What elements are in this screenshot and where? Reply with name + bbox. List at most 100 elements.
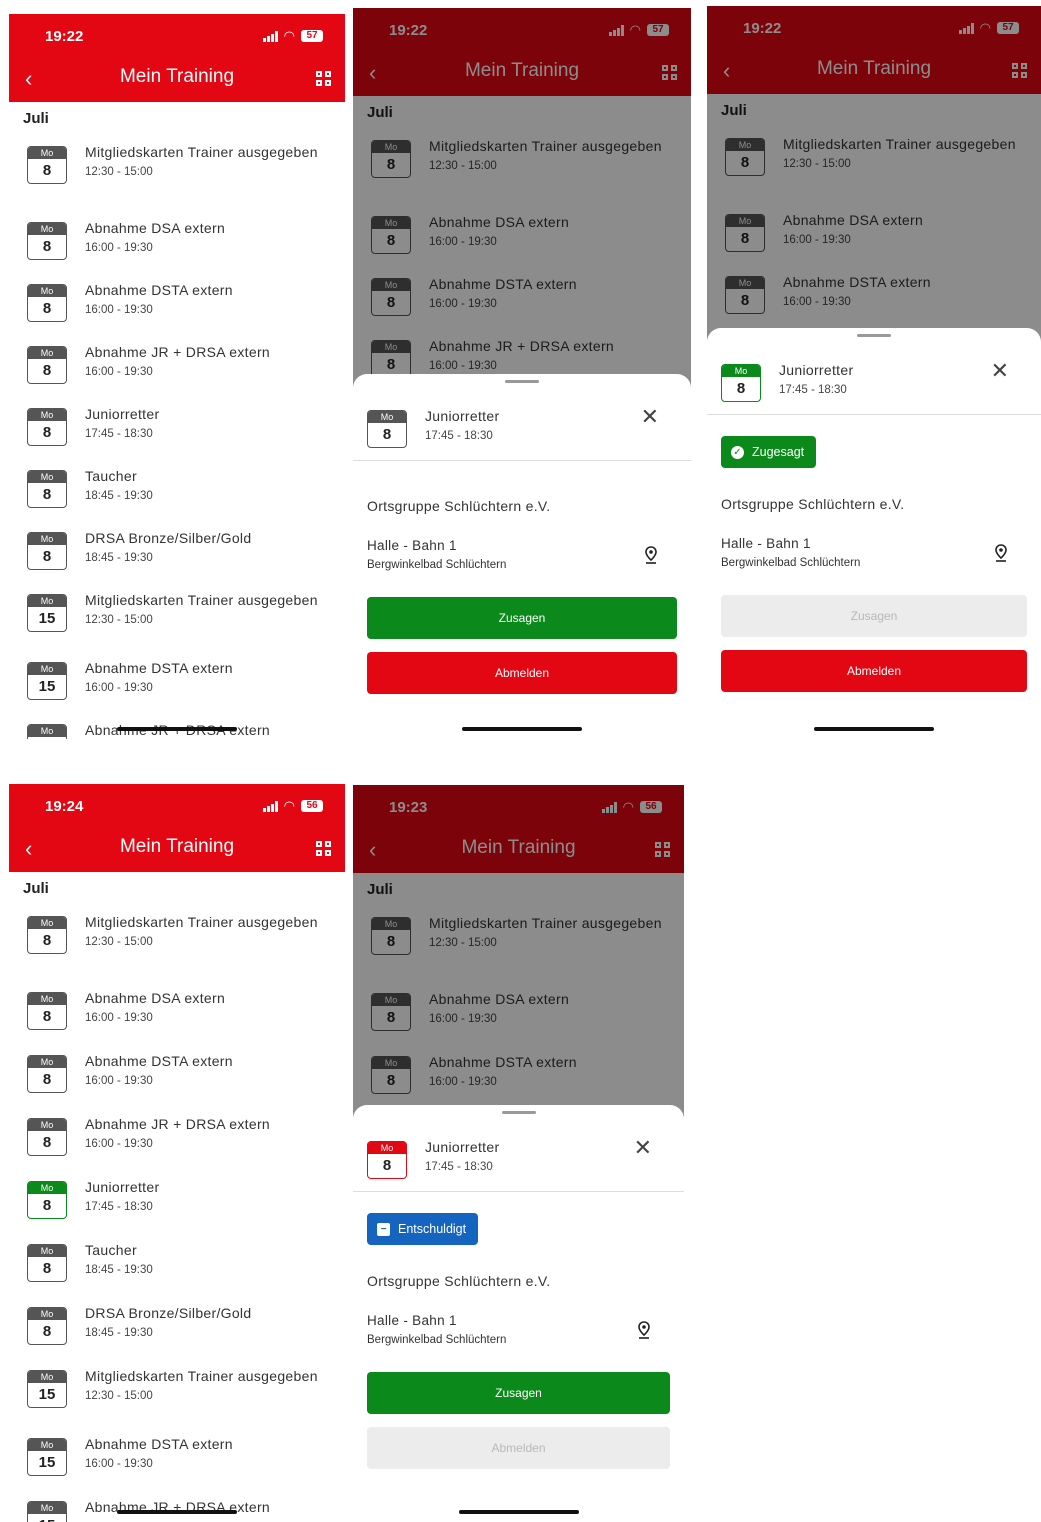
event-list-item[interactable]: Mo 15 Mitgliedskarten Trainer ausgegeben 12… <box>9 1360 345 1428</box>
event-time: 16:00 - 19:30 <box>85 1138 153 1150</box>
venue-info: Halle - Bahn 1 Bergwinkelbad Schlüchtern <box>367 536 506 574</box>
status-badge: − Entschuldigt <box>367 1213 479 1245</box>
qr-code-icon[interactable] <box>316 841 331 856</box>
calendar-icon: Mo 8 <box>27 284 67 322</box>
event-list-item[interactable]: Mo 8 DRSA Bronze/Silber/Gold 18:45 - 19:30 <box>9 1297 345 1360</box>
calendar-weekday: Mo <box>28 595 66 607</box>
venue-hall: Halle - Bahn 1 <box>367 538 457 553</box>
event-list-item[interactable]: Mo 15 Mitgliedskarten Trainer ausgegeben 12… <box>9 584 345 652</box>
title-bar: ‹ Mein Training <box>9 836 345 864</box>
calendar-icon: Mo 8 <box>367 1141 407 1179</box>
event-list-item[interactable]: Mo 8 Abnahme DSTA extern 16:00 - 19:30 <box>9 1045 345 1108</box>
calendar-icon: Mo 15 <box>27 662 67 700</box>
location-pin-icon[interactable] <box>645 546 657 564</box>
status-badge-label: Entschuldigt <box>398 1222 467 1236</box>
calendar-day-number: 8 <box>42 1260 52 1277</box>
page-title: Mein Training <box>119 66 235 87</box>
event-list-item[interactable]: Mo 8 Abnahme JR + DRSA extern 16:00 - 19:30 <box>9 336 345 398</box>
accept-button[interactable]: Zusagen <box>367 597 677 639</box>
sheet-event-text: Juniorretter 17:45 - 18:30 <box>425 1131 499 1179</box>
event-detail-sheet: Mo 8 Juniorretter 17:45 - 18:30 ✕ Ortsgruppe … <box>353 374 691 739</box>
event-time: 16:00 - 19:30 <box>85 366 153 378</box>
event-time: 17:45 - 18:30 <box>85 428 153 440</box>
event-list-item[interactable]: Mo 8 Juniorretter 17:45 - 18:30 <box>9 1171 345 1234</box>
event-title: Abnahme DSTA extern <box>85 282 233 298</box>
calendar-day-number: 8 <box>42 1071 52 1088</box>
close-icon[interactable]: ✕ <box>641 404 659 430</box>
page-title: Mein Training <box>119 836 235 857</box>
sheet-drag-handle[interactable] <box>505 380 539 383</box>
event-list-item[interactable]: Mo 8 Abnahme DSA extern 16:00 - 19:30 <box>9 212 345 274</box>
venue-location: Bergwinkelbad Schlüchtern <box>367 559 507 571</box>
event-list-item[interactable]: Mo 15 Abnahme DSTA extern 16:00 - 19:30 <box>9 1428 345 1491</box>
qr-code-icon[interactable] <box>316 71 331 86</box>
calendar-weekday: Mo <box>722 365 760 377</box>
decline-button[interactable]: Abmelden <box>367 652 677 694</box>
calendar-weekday: Mo <box>28 725 66 737</box>
status-icons: ◠ 56 <box>262 798 323 814</box>
accept-button: Zusagen <box>721 595 1027 637</box>
event-list-item[interactable]: Mo 8 Abnahme DSA extern 16:00 - 19:30 <box>9 982 345 1045</box>
sheet-event-header: Mo 8 Juniorretter 17:45 - 18:30 <box>367 1131 499 1179</box>
calendar-day-number: 15 <box>38 1454 56 1471</box>
venue-info: Halle - Bahn 1 Bergwinkelbad Schlüchtern <box>367 1311 506 1349</box>
event-text: DRSA Bronze/Silber/Gold 18:45 - 19:30 <box>85 522 251 567</box>
phone-screen-4: 19:24 ◠ 56 ‹ Mein Training Juli Mo 8 Mitgliedska… <box>9 784 345 1522</box>
event-title: Abnahme JR + DRSA extern <box>85 344 271 360</box>
event-time: 18:45 - 19:30 <box>85 1264 153 1276</box>
month-heading: Juli <box>23 880 49 897</box>
event-list-item[interactable]: Mo15 Abnahme JR + DRSA extern <box>9 1491 345 1522</box>
event-list-item[interactable]: Mo 8 Abnahme DSTA extern 16:00 - 19:30 <box>9 274 345 336</box>
event-time: 12:30 - 15:00 <box>85 936 153 948</box>
sheet-event-header: Mo 8 Juniorretter 17:45 - 18:30 <box>367 400 499 448</box>
calendar-day-number: 15 <box>28 737 66 739</box>
close-icon[interactable]: ✕ <box>991 358 1009 384</box>
organization-name: Ortsgruppe Schlüchtern e.V. <box>367 498 551 514</box>
sheet-drag-handle[interactable] <box>501 1111 536 1114</box>
decline-button: Abmelden <box>367 1427 670 1469</box>
event-time: 12:30 - 15:00 <box>85 166 153 178</box>
event-list-item[interactable]: Mo 8 Taucher 18:45 - 19:30 <box>9 1234 345 1297</box>
event-list-item[interactable]: Mo 15 Abnahme DSTA extern 16:00 - 19:30 <box>9 652 345 714</box>
home-indicator <box>117 727 237 731</box>
sheet-event-text: Juniorretter 17:45 - 18:30 <box>425 400 499 448</box>
sheet-event-header: Mo 8 Juniorretter 17:45 - 18:30 <box>721 354 853 402</box>
calendar-day-number: 8 <box>382 426 392 443</box>
event-text: Abnahme DSA extern 16:00 - 19:30 <box>85 212 225 257</box>
calendar-icon: Mo 8 <box>27 470 67 508</box>
event-detail-sheet: Mo 8 Juniorretter 17:45 - 18:30 ✕ ✓ Zugesagt Or… <box>707 328 1041 739</box>
event-list-item[interactable]: Mo 8 Taucher 18:45 - 19:30 <box>9 460 345 522</box>
venue-location: Bergwinkelbad Schlüchtern <box>721 557 861 569</box>
event-time: 16:00 - 19:30 <box>85 1458 153 1470</box>
sheet-event-time: 17:45 - 18:30 <box>425 430 493 442</box>
calendar-icon: Mo 15 <box>27 1438 67 1476</box>
event-text: Taucher 18:45 - 19:30 <box>85 460 153 505</box>
location-pin-icon[interactable] <box>638 1321 650 1339</box>
event-detail-sheet: Mo 8 Juniorretter 17:45 - 18:30 ✕ − Entschuldi… <box>353 1105 684 1522</box>
location-pin-icon[interactable] <box>995 544 1007 562</box>
event-list-item[interactable]: Mo 8 Juniorretter 17:45 - 18:30 <box>9 398 345 460</box>
event-list-item[interactable]: Mo 8 Abnahme JR + DRSA extern 16:00 - 19:30 <box>9 1108 345 1171</box>
event-list-item[interactable]: Mo 8 Mitgliedskarten Trainer ausgegeben 12:… <box>9 906 345 982</box>
event-title: DRSA Bronze/Silber/Gold <box>85 1305 252 1321</box>
calendar-weekday: Mo <box>28 285 66 297</box>
event-list-item[interactable]: Mo 8 Mitgliedskarten Trainer ausgegeben 12:… <box>9 136 345 212</box>
status-icons: ◠ 57 <box>262 28 323 44</box>
calendar-icon: Mo 8 <box>27 1181 67 1219</box>
app-header: 19:22 ◠ 57 ‹ Mein Training <box>9 14 345 102</box>
calendar-day-number: 15 <box>28 1514 66 1522</box>
event-text: DRSA Bronze/Silber/Gold 18:45 - 19:30 <box>85 1297 251 1342</box>
event-time: 16:00 - 19:30 <box>85 1012 153 1024</box>
signal-icon <box>262 30 278 42</box>
calendar-day-number: 8 <box>42 932 52 949</box>
phone-screen-1: 19:22 ◠ 57 ‹ Mein Training Juli Mo 8 Mitgliedska… <box>9 14 345 739</box>
close-icon[interactable]: ✕ <box>634 1135 652 1161</box>
accept-button[interactable]: Zusagen <box>367 1372 670 1414</box>
sheet-drag-handle[interactable] <box>857 334 891 337</box>
event-list-item[interactable]: Mo 8 DRSA Bronze/Silber/Gold 18:45 - 19:30 <box>9 522 345 584</box>
calendar-weekday: Mo <box>368 411 406 423</box>
event-time: 16:00 - 19:30 <box>85 682 153 694</box>
event-list: Mo 8 Mitgliedskarten Trainer ausgegeben 12:… <box>9 136 345 739</box>
decline-button[interactable]: Abmelden <box>721 650 1027 692</box>
home-indicator <box>814 727 934 731</box>
